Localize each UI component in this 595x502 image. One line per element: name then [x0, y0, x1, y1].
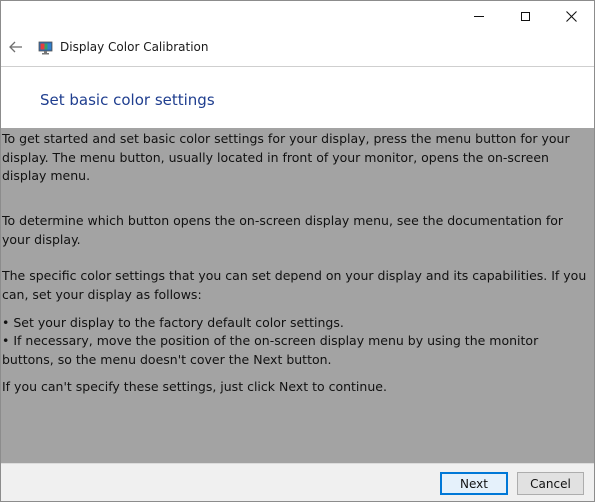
settings-paragraph: The specific color settings that you can… [2, 268, 587, 302]
continue-paragraph: If you can't specify these settings, jus… [2, 379, 387, 394]
title-bar [1, 1, 594, 32]
button-bar: Next Cancel [1, 463, 594, 501]
instructions-panel: To get started and set basic color setti… [1, 128, 594, 463]
next-button[interactable]: Next [440, 472, 508, 495]
intro-paragraph: To get started and set basic color setti… [2, 131, 570, 183]
close-icon [565, 11, 577, 22]
menu-button-paragraph: To determine which button opens the on-s… [2, 213, 564, 247]
maximize-icon [520, 12, 530, 21]
cancel-button[interactable]: Cancel [517, 472, 584, 495]
bullet-factory-default: • Set your display to the factory defaul… [2, 315, 344, 330]
minimize-icon [474, 16, 484, 17]
window-title: Display Color Calibration [60, 40, 209, 54]
page-heading: Set basic color settings [40, 91, 215, 109]
display-calibration-icon [38, 41, 53, 55]
maximize-button[interactable] [502, 1, 548, 32]
header-divider [1, 66, 594, 67]
close-button[interactable] [548, 1, 594, 32]
minimize-button[interactable] [456, 1, 502, 32]
back-arrow-icon[interactable] [7, 38, 25, 56]
calibration-window: Display Color Calibration Set basic colo… [0, 0, 595, 502]
bullet-move-menu: • If necessary, move the position of the… [2, 333, 539, 367]
navigation-row: Display Color Calibration [1, 32, 594, 65]
